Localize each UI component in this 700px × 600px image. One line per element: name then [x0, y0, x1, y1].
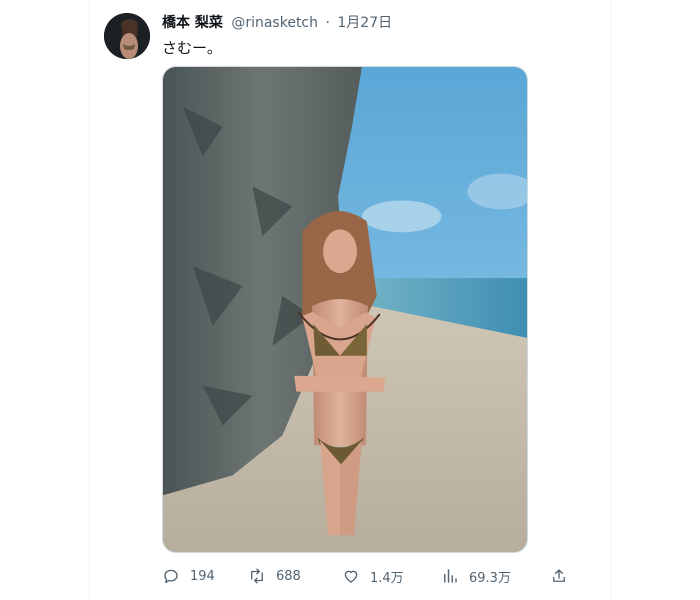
- retweet-icon: [248, 567, 266, 585]
- reply-icon: [162, 567, 180, 585]
- like-button[interactable]: 1.4万: [342, 565, 404, 587]
- share-button[interactable]: [550, 565, 568, 587]
- retweet-button[interactable]: 688: [248, 565, 301, 587]
- post-photo[interactable]: [162, 66, 528, 553]
- views-button[interactable]: 69.3万: [441, 565, 511, 587]
- reply-button[interactable]: 194: [162, 565, 215, 587]
- retweet-count: 688: [276, 568, 301, 584]
- views-count: 69.3万: [469, 570, 511, 586]
- heart-icon: [342, 567, 360, 585]
- post-date[interactable]: 1月27日: [337, 15, 392, 31]
- avatar[interactable]: [104, 13, 150, 59]
- reply-count: 194: [190, 568, 215, 584]
- avatar-image: [104, 13, 150, 59]
- header-separator: ·: [325, 15, 330, 31]
- timeline-border-right: [611, 0, 612, 600]
- post-text: さむー。: [162, 39, 222, 57]
- author-name[interactable]: 橋本 梨菜: [162, 15, 223, 31]
- post-actions: 194 688 1.4万 69.3万: [162, 565, 572, 587]
- share-icon: [550, 567, 568, 585]
- timeline-border-left: [89, 0, 90, 600]
- beach-photo-image: [163, 67, 527, 552]
- like-count: 1.4万: [370, 570, 404, 586]
- post-header: 橋本 梨菜 @rinasketch · 1月27日: [162, 13, 392, 33]
- author-handle[interactable]: @rinasketch: [231, 15, 318, 31]
- analytics-icon: [441, 567, 459, 585]
